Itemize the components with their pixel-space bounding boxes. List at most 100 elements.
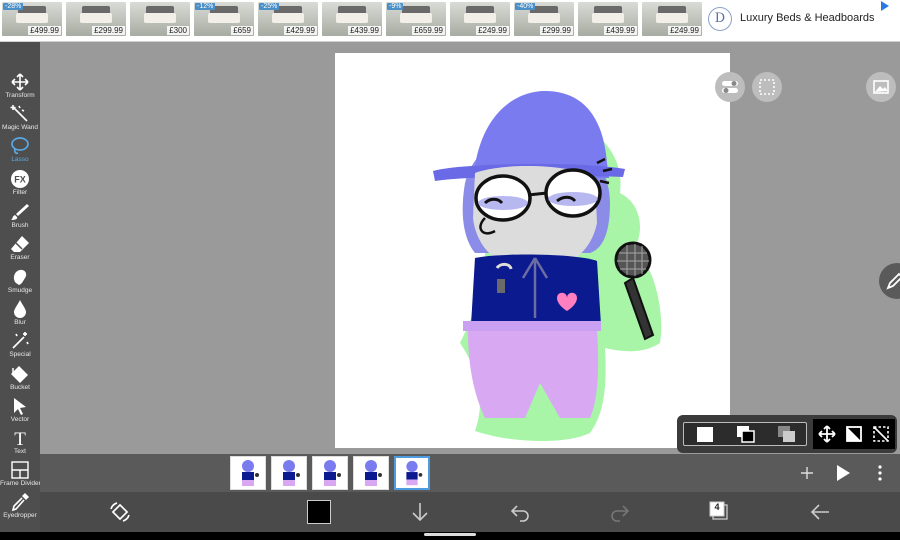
tool-label: Special: [9, 351, 31, 358]
ad-product-tile[interactable]: -25% £429.99: [258, 2, 318, 36]
add-frame-button[interactable]: [797, 463, 817, 483]
image-icon: [871, 77, 891, 97]
bottom-action-bar: 4: [40, 492, 900, 532]
special-wand-icon: [10, 331, 30, 351]
play-animation-button[interactable]: [833, 463, 853, 483]
lasso-icon: [10, 136, 30, 156]
tool-frame-divider[interactable]: Frame Divider: [0, 460, 41, 492]
vector-arrow-icon: [10, 396, 30, 416]
tool-label: Brush: [11, 222, 29, 229]
price-label: £439.99: [604, 26, 637, 35]
pencil-icon: [885, 271, 900, 291]
bed-image: [272, 13, 304, 23]
move-arrows-icon: [10, 72, 30, 92]
tool-brush[interactable]: Brush: [0, 202, 40, 234]
layer-toggle-button[interactable]: [715, 72, 745, 102]
ad-banner[interactable]: -28% £499.99 £299.99 £300 -12% £659 -25% £429.9…: [0, 0, 900, 42]
flip-layer-button[interactable]: [844, 424, 864, 444]
drawing-canvas[interactable]: [335, 53, 730, 448]
tool-blur[interactable]: Blur: [0, 299, 40, 331]
eraser-icon: [10, 234, 30, 254]
bed-image: [592, 13, 624, 23]
blend-normal-button[interactable]: [686, 425, 724, 444]
primary-color-swatch[interactable]: [307, 500, 331, 524]
ad-product-tile[interactable]: -12% £659: [194, 2, 254, 36]
tool-bucket[interactable]: Bucket: [0, 364, 40, 396]
blend-mode-group: [683, 422, 807, 446]
blend-overlay-button[interactable]: [727, 425, 765, 444]
tool-lasso[interactable]: Lasso: [0, 136, 40, 168]
ad-info-icon[interactable]: [880, 1, 890, 14]
arrow-down-icon: [408, 503, 432, 528]
frame-thumbnail[interactable]: [271, 456, 307, 490]
bed-image: [144, 13, 176, 23]
flip-square-icon: [844, 426, 864, 448]
tool-label: Eyedropper: [3, 512, 37, 519]
ad-product-tile[interactable]: £439.99: [322, 2, 382, 36]
tool-eraser[interactable]: Eraser: [0, 234, 40, 266]
offset-squares-icon: [768, 426, 806, 448]
price-label: £299.99: [540, 26, 573, 35]
tool-eyedropper[interactable]: Eyedropper: [0, 492, 40, 524]
fx-icon: FX: [10, 169, 30, 189]
ad-product-tile[interactable]: -28% £499.99: [2, 2, 62, 36]
ad-product-tile[interactable]: £249.99: [450, 2, 510, 36]
ad-product-tile[interactable]: £299.99: [66, 2, 126, 36]
tool-label: Lasso: [11, 156, 29, 163]
frame-thumbnail[interactable]: [230, 456, 266, 490]
canvas-rotate-button[interactable]: [108, 500, 132, 524]
work-area[interactable]: [40, 42, 900, 454]
frame-thumbnail-active[interactable]: [394, 456, 430, 490]
tool-filter[interactable]: FX Filter: [0, 169, 40, 201]
frame-divider-icon: [10, 460, 30, 480]
layers-button[interactable]: 4: [708, 500, 732, 524]
tool-label: Eraser: [10, 254, 30, 261]
discount-badge: -9%: [387, 3, 404, 10]
blend-transform-panel: [677, 415, 897, 453]
tool-text[interactable]: T Text: [0, 428, 40, 460]
ad-brand-logo[interactable]: D: [708, 7, 732, 31]
ad-product-tile[interactable]: £439.99: [578, 2, 638, 36]
discount-badge: -12%: [195, 3, 216, 10]
reference-image-button[interactable]: [866, 72, 896, 102]
ad-product-tile[interactable]: -9% £659.99: [386, 2, 446, 36]
move-layer-button[interactable]: [817, 424, 837, 444]
home-indicator[interactable]: [424, 533, 476, 536]
rotate-canvas-icon: [108, 502, 132, 528]
undo-icon: [508, 505, 532, 528]
price-label: £249.99: [476, 26, 509, 35]
ad-product-tile[interactable]: £249.99: [642, 2, 702, 36]
back-button[interactable]: [808, 500, 832, 524]
tool-vector[interactable]: Vector: [0, 396, 40, 428]
white-square-icon: [686, 427, 724, 448]
plus-icon: [797, 467, 817, 487]
frames-menu-button[interactable]: [872, 463, 888, 483]
distort-layer-button[interactable]: [871, 424, 891, 444]
tool-label: Blur: [14, 319, 26, 326]
ad-title[interactable]: Luxury Beds & Headboards: [740, 12, 875, 24]
smudge-icon: [10, 267, 30, 287]
tool-label: Magic Wand: [2, 124, 38, 131]
tool-label: Vector: [10, 416, 30, 423]
ad-product-tile[interactable]: -40% £299.99: [514, 2, 574, 36]
bed-image: [336, 13, 368, 23]
frame-thumbnail[interactable]: [353, 456, 389, 490]
price-label: £499.99: [28, 26, 61, 35]
tool-smudge[interactable]: Smudge: [0, 267, 40, 299]
blend-multiply-button[interactable]: [768, 425, 806, 444]
ad-product-tile[interactable]: £300: [130, 2, 190, 36]
discount-badge: -28%: [3, 3, 24, 10]
undo-button[interactable]: [508, 500, 532, 524]
transform-button-group: [813, 419, 895, 449]
tool-magic-wand[interactable]: Magic Wand: [0, 104, 40, 136]
price-label: £299.99: [92, 26, 125, 35]
bed-image: [528, 13, 560, 23]
download-save-button[interactable]: [408, 500, 432, 524]
tool-transform[interactable]: Transform: [0, 72, 40, 104]
price-label: £659: [231, 26, 253, 35]
redo-button[interactable]: [608, 500, 632, 524]
arrow-left-icon: [808, 504, 832, 528]
selection-grid-button[interactable]: [752, 72, 782, 102]
frame-thumbnail[interactable]: [312, 456, 348, 490]
tool-special[interactable]: Special: [0, 331, 40, 363]
